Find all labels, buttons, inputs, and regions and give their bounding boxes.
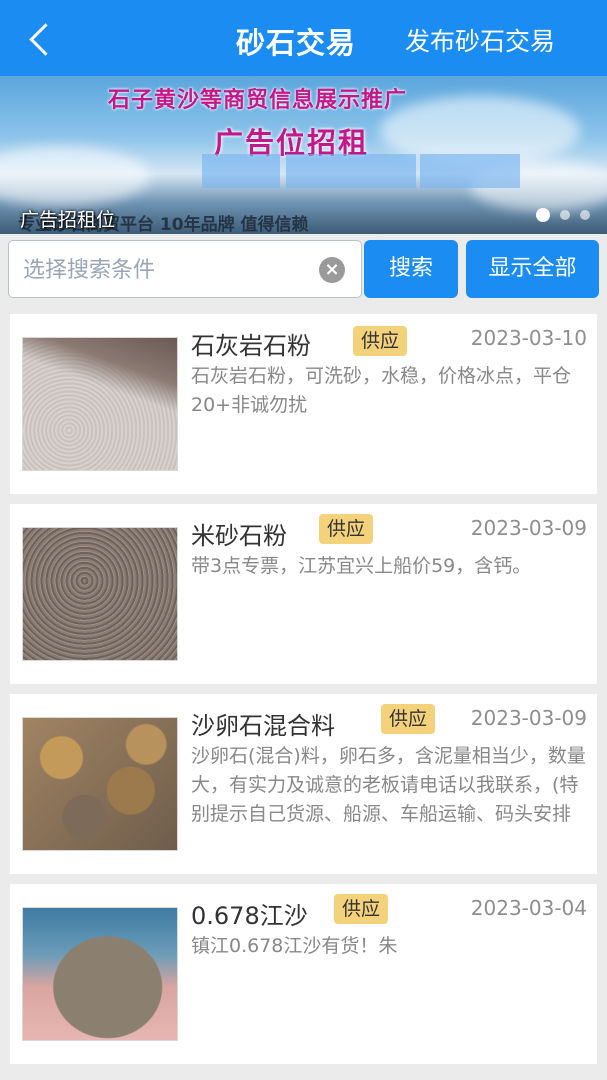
item-date: 2023-03-09 — [470, 516, 587, 540]
carousel-indicator — [536, 208, 590, 222]
search-field[interactable]: × — [8, 240, 362, 298]
banner-blurred-block — [286, 154, 416, 188]
watermark-logo-icon: R — [429, 1014, 474, 1058]
item-date: 2023-03-10 — [470, 326, 587, 350]
product-thumbnail — [22, 337, 178, 471]
item-title: 石灰岩石粉 — [191, 332, 311, 360]
watermark-subtext: Rengwan Games — [487, 1047, 587, 1060]
item-description: 石灰岩石粉，可洗砂，水稳，价格冰点，平仓20+非诚勿扰 — [191, 365, 572, 416]
banner-headline: 石子黄沙等商贸信息展示推广 — [108, 88, 408, 113]
list-item[interactable]: 沙卵石混合料 供应 2023-03-09 沙卵石(混合)料，卵石多，含泥量相当少… — [10, 694, 597, 874]
watermark: R 仍玩游戏 Rengwan Games — [429, 1012, 587, 1060]
page-title: 砂石交易 — [236, 26, 357, 60]
banner-caption: 广告招租位 — [20, 209, 116, 231]
item-description: 带3点专票，江苏宜兴上船价59，含钙。 — [191, 555, 532, 577]
search-button[interactable]: 搜索 — [364, 240, 458, 298]
carousel-dot[interactable] — [580, 210, 590, 220]
banner-blurred-block — [420, 154, 520, 188]
search-input[interactable] — [23, 253, 313, 287]
clear-icon[interactable]: × — [319, 257, 345, 283]
ad-banner[interactable]: 石子黄沙等商贸信息展示推广 广告位招租 专业砂石商贸平台 10年品牌 值得信赖 … — [0, 76, 607, 234]
product-thumbnail — [22, 907, 178, 1041]
supply-tag: 供应 — [334, 894, 389, 924]
show-all-button[interactable]: 显示全部 — [466, 240, 599, 298]
carousel-dot[interactable] — [560, 210, 570, 220]
item-title: 0.678江沙 — [191, 902, 308, 930]
cloud-shape — [0, 146, 150, 206]
banner-blurred-block — [202, 154, 280, 188]
publish-trade-link[interactable]: 发布砂石交易 — [405, 22, 555, 58]
item-description: 沙卵石(混合)料，卵石多，含泥量相当少，数量大，有实力及诚意的老板请电话以我联系… — [191, 745, 586, 825]
supply-tag: 供应 — [353, 326, 408, 356]
list-item[interactable]: 米砂石粉 供应 2023-03-09 带3点专票，江苏宜兴上船价59，含钙。 — [10, 504, 597, 684]
carousel-dot[interactable] — [536, 208, 550, 222]
product-thumbnail — [22, 717, 178, 851]
supply-tag: 供应 — [319, 514, 374, 544]
item-date: 2023-03-04 — [470, 896, 587, 920]
item-description: 镇江0.678江沙有货！朱 — [191, 935, 398, 957]
item-title: 米砂石粉 — [191, 522, 287, 550]
item-date: 2023-03-09 — [470, 706, 587, 730]
supply-tag: 供应 — [381, 704, 436, 734]
list-item[interactable]: 石灰岩石粉 供应 2023-03-10 石灰岩石粉，可洗砂，水稳，价格冰点，平仓… — [10, 314, 597, 494]
back-arrow-icon[interactable] — [18, 14, 62, 64]
app-header: 砂石交易 发布砂石交易 — [0, 0, 607, 76]
watermark-text: 仍玩游戏 — [487, 1018, 584, 1046]
item-title: 沙卵石混合料 — [191, 712, 335, 740]
product-thumbnail — [22, 527, 178, 661]
